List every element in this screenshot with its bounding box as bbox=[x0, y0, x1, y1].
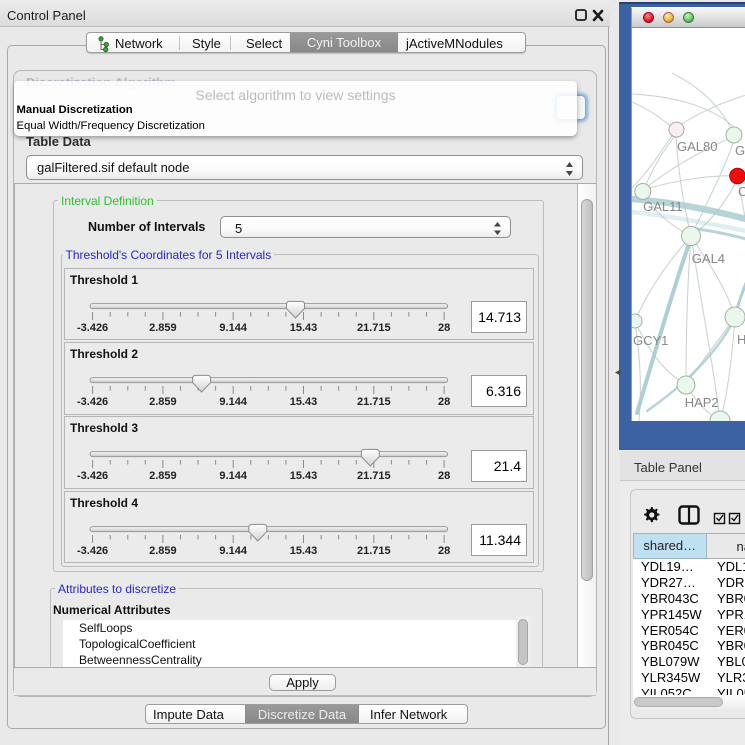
svg-text:9.144: 9.144 bbox=[219, 322, 247, 334]
svg-text:28: 28 bbox=[438, 396, 450, 408]
svg-text:GAL4: GAL4 bbox=[692, 251, 725, 266]
svg-text:28: 28 bbox=[438, 322, 450, 334]
svg-text:15.43: 15.43 bbox=[290, 322, 318, 334]
svg-text:28: 28 bbox=[438, 470, 450, 482]
svg-text:C: C bbox=[738, 184, 745, 199]
svg-text:-3.426: -3.426 bbox=[77, 396, 108, 408]
svg-text:21.715: 21.715 bbox=[357, 470, 391, 482]
svg-text:2.859: 2.859 bbox=[149, 470, 177, 482]
svg-text:21.715: 21.715 bbox=[357, 545, 391, 557]
svg-text:HAP2: HAP2 bbox=[685, 395, 719, 410]
svg-text:15.43: 15.43 bbox=[290, 396, 318, 408]
svg-text:GAL80: GAL80 bbox=[677, 139, 717, 154]
svg-text:15.43: 15.43 bbox=[290, 470, 318, 482]
svg-text:9.144: 9.144 bbox=[219, 396, 247, 408]
svg-text:GAL11: GAL11 bbox=[643, 199, 683, 214]
svg-text:9.144: 9.144 bbox=[219, 470, 247, 482]
svg-text:21.715: 21.715 bbox=[357, 322, 391, 334]
svg-text:H: H bbox=[737, 332, 745, 347]
svg-text:2.859: 2.859 bbox=[149, 322, 177, 334]
svg-text:-3.426: -3.426 bbox=[77, 322, 108, 334]
svg-text:15.43: 15.43 bbox=[290, 545, 318, 557]
svg-text:2.859: 2.859 bbox=[149, 545, 177, 557]
svg-text:28: 28 bbox=[438, 545, 450, 557]
svg-text:GA: GA bbox=[735, 143, 745, 158]
svg-text:9.144: 9.144 bbox=[219, 545, 247, 557]
svg-text:21.715: 21.715 bbox=[357, 396, 391, 408]
svg-text:2.859: 2.859 bbox=[149, 396, 177, 408]
svg-text:-3.426: -3.426 bbox=[77, 470, 108, 482]
svg-text:-3.426: -3.426 bbox=[77, 545, 108, 557]
svg-text:GCY1: GCY1 bbox=[633, 333, 668, 348]
